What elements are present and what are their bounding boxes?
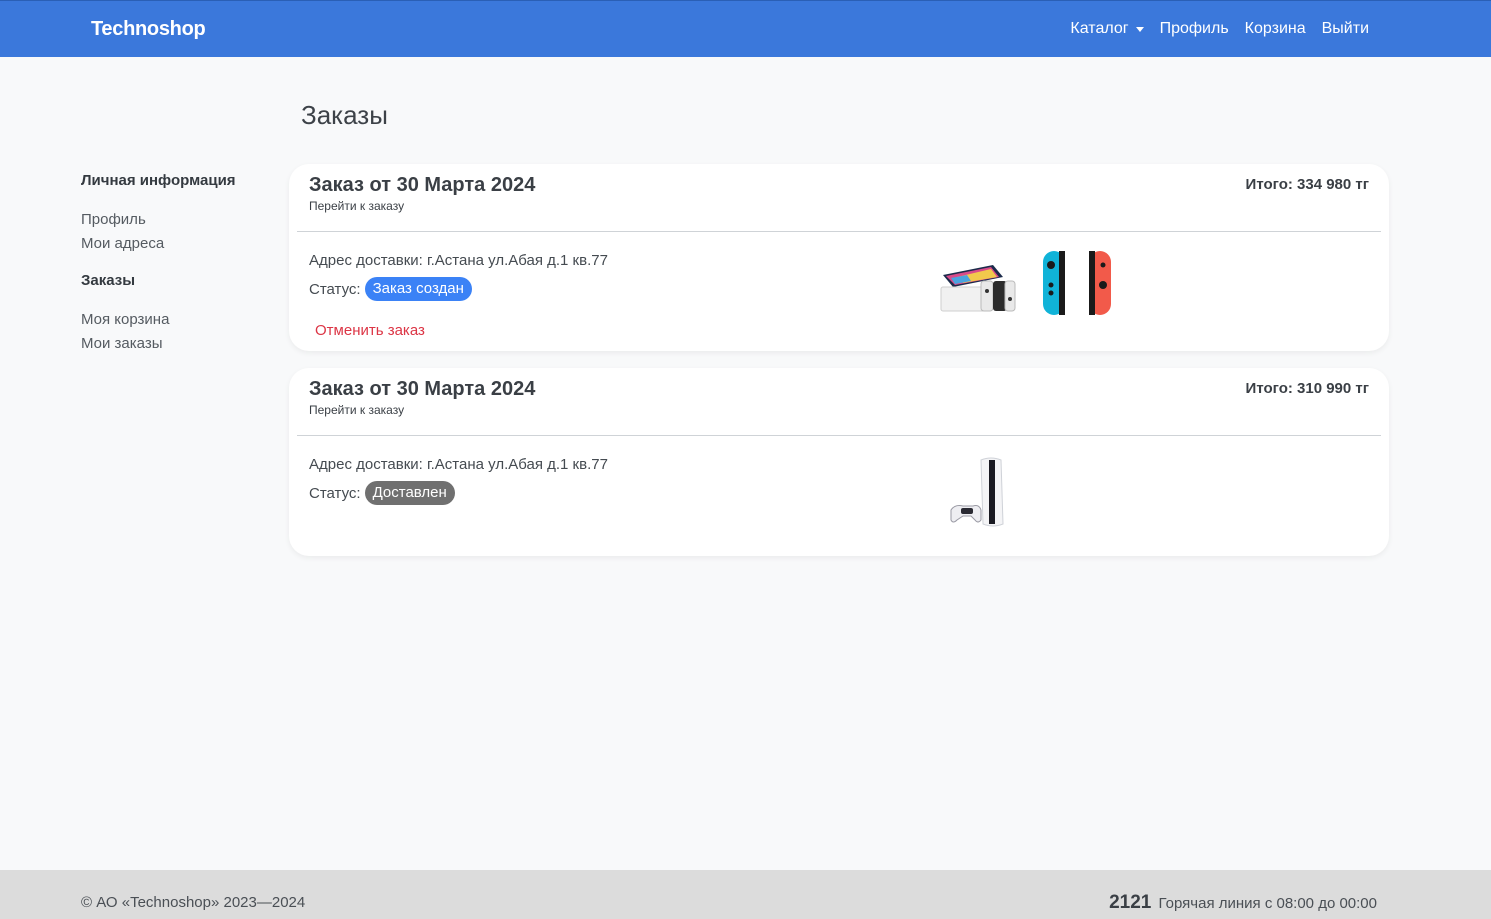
order-title: Заказ от 30 Марта 2024 — [309, 174, 536, 196]
order-products — [945, 454, 1011, 535]
order-status-row: Статус: Доставлен — [309, 481, 455, 505]
order-header: Заказ от 30 Марта 2024 Перейти к заказу … — [289, 368, 1389, 435]
page-title: Заказы — [301, 100, 388, 130]
order-status-row: Статус: Заказ создан — [309, 277, 472, 301]
order-card: Заказ от 30 Марта 2024 Перейти к заказу … — [289, 164, 1389, 351]
joy-con-pair-image[interactable] — [1039, 247, 1113, 322]
hotline-text: Горячая линия с 08:00 до 00:00 — [1158, 895, 1377, 912]
sidebar-heading-personal: Личная информация — [81, 172, 236, 189]
order-total: Итого: 334 980 тг — [1245, 176, 1369, 193]
sidebar-group-personal: Профиль Мои адреса — [81, 208, 281, 256]
sidebar-heading-orders: Заказы — [81, 272, 136, 289]
order-title: Заказ от 30 Марта 2024 — [309, 378, 536, 400]
nintendo-switch-oled-image[interactable] — [937, 247, 1017, 322]
order-card: Заказ от 30 Марта 2024 Перейти к заказу … — [289, 368, 1389, 556]
status-badge: Заказ создан — [364, 277, 472, 301]
sidebar-item-my-orders[interactable]: Мои заказы — [81, 332, 281, 356]
order-divider — [297, 435, 1381, 436]
delivery-address: Адрес доставки: г.Астана ул.Абая д.1 кв.… — [309, 456, 608, 473]
nav-logout[interactable]: Выйти — [1322, 20, 1369, 38]
nav-catalog-dropdown[interactable]: Каталог — [1070, 20, 1144, 38]
nav-links: Каталог Профиль Корзина Выйти — [1070, 20, 1369, 38]
status-badge: Доставлен — [364, 481, 455, 505]
hotline: 2121 Горячая линия с 08:00 до 00:00 — [1109, 892, 1377, 914]
cancel-order-button[interactable]: Отменить заказ — [315, 322, 425, 339]
order-products — [937, 247, 1113, 322]
order-divider — [297, 231, 1381, 232]
sidebar-item-my-cart[interactable]: Моя корзина — [81, 308, 281, 332]
go-to-order-link[interactable]: Перейти к заказу — [309, 199, 404, 213]
copyright: © АО «Technoshop» 2023—2024 — [81, 894, 306, 911]
order-header: Заказ от 30 Марта 2024 Перейти к заказу … — [289, 164, 1389, 231]
nav-cart[interactable]: Корзина — [1245, 20, 1306, 38]
order-total: Итого: 310 990 тг — [1245, 380, 1369, 397]
account-sidebar: Личная информация Профиль Мои адреса Зак… — [81, 172, 281, 372]
top-navbar: Technoshop Каталог Профиль Корзина Выйти — [0, 0, 1491, 57]
sidebar-item-profile[interactable]: Профиль — [81, 208, 281, 232]
hotline-number[interactable]: 2121 — [1109, 892, 1151, 913]
playstation-5-image[interactable] — [945, 454, 1011, 535]
chevron-down-icon — [1135, 26, 1144, 32]
brand-logo[interactable]: Technoshop — [91, 18, 206, 41]
footer: © АО «Technoshop» 2023—2024 2121 Горячая… — [0, 870, 1491, 919]
sidebar-item-addresses[interactable]: Мои адреса — [81, 232, 281, 256]
nav-catalog-label: Каталог — [1070, 20, 1129, 37]
delivery-address: Адрес доставки: г.Астана ул.Абая д.1 кв.… — [309, 252, 608, 269]
status-label: Статус: — [309, 484, 361, 502]
status-label: Статус: — [309, 280, 361, 298]
sidebar-group-orders: Моя корзина Мои заказы — [81, 308, 281, 356]
nav-profile[interactable]: Профиль — [1160, 20, 1229, 38]
go-to-order-link[interactable]: Перейти к заказу — [309, 403, 404, 417]
